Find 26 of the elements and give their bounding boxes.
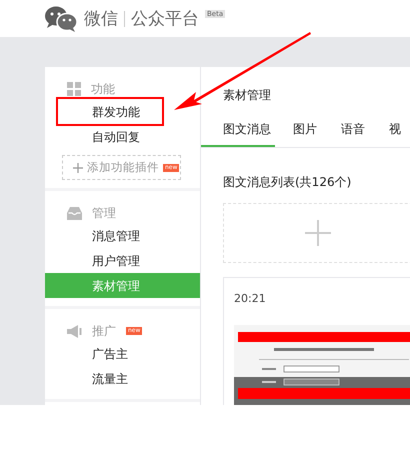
sidebar-item[interactable]: 消息管理	[92, 228, 140, 244]
section-title: 功能	[91, 80, 115, 98]
sidebar-item[interactable]: 自动回复	[92, 128, 140, 144]
article-time: 20:21	[234, 292, 267, 305]
add-article-card[interactable]	[223, 203, 410, 263]
sidebar-item[interactable]: 流量主	[92, 370, 128, 386]
plus-icon	[305, 220, 331, 246]
list-title: 图文消息列表(共126个)	[223, 174, 352, 191]
brand-name: 微信	[84, 8, 118, 30]
product-name: 公众平台	[131, 8, 199, 30]
tab[interactable]: 图片	[293, 117, 317, 147]
plus-icon	[73, 162, 83, 172]
sidebar-item[interactable]: 群发功能	[92, 104, 140, 120]
section-title: 推广	[92, 322, 116, 340]
tab[interactable]: 视	[389, 117, 401, 147]
tab[interactable]: 图文消息	[201, 117, 275, 147]
grid-icon	[67, 82, 81, 96]
megaphone-icon	[67, 324, 82, 338]
sidebar-item[interactable]: 广告主	[92, 346, 128, 362]
section-title: 管理	[92, 204, 116, 222]
sidebar-item[interactable]: 用户管理	[92, 252, 140, 268]
article-card[interactable]: 20:21	[223, 277, 410, 405]
tab[interactable]: 语音	[341, 117, 365, 147]
page-title: 素材管理	[223, 87, 272, 104]
chat-bubbles-logo-icon	[44, 4, 78, 32]
inbox-icon	[67, 206, 82, 220]
